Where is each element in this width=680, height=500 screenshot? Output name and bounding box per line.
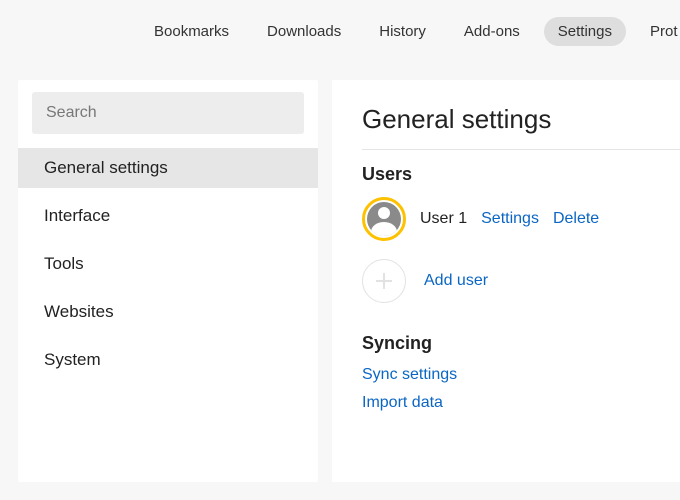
- topnav-item-downloads[interactable]: Downloads: [253, 17, 355, 46]
- sidebar-item-interface[interactable]: Interface: [18, 196, 318, 236]
- topnav-item-protection[interactable]: Prot: [636, 17, 680, 46]
- user-delete-link[interactable]: Delete: [553, 210, 599, 228]
- add-icon[interactable]: [362, 259, 406, 303]
- sidebar: General settings Interface Tools Website…: [18, 80, 318, 482]
- page-title: General settings: [362, 104, 680, 135]
- search-input[interactable]: [32, 92, 304, 134]
- user-name: User 1: [420, 210, 467, 228]
- avatar[interactable]: [362, 197, 406, 241]
- topnav-item-settings[interactable]: Settings: [544, 17, 626, 46]
- top-nav: Bookmarks Downloads History Add-ons Sett…: [0, 0, 680, 62]
- topnav-item-history[interactable]: History: [365, 17, 440, 46]
- sidebar-item-tools[interactable]: Tools: [18, 244, 318, 284]
- add-user-row: Add user: [362, 259, 680, 303]
- topnav-item-bookmarks[interactable]: Bookmarks: [140, 17, 243, 46]
- sidebar-item-websites[interactable]: Websites: [18, 292, 318, 332]
- user-row: User 1 Settings Delete: [362, 197, 680, 241]
- avatar-icon: [367, 202, 401, 236]
- sidebar-item-system[interactable]: System: [18, 340, 318, 380]
- import-data-link[interactable]: Import data: [362, 394, 680, 412]
- topnav-item-addons[interactable]: Add-ons: [450, 17, 534, 46]
- main-panel: General settings Users User 1 Settings D…: [332, 80, 680, 482]
- users-heading: Users: [362, 164, 680, 185]
- divider: [362, 149, 680, 150]
- sidebar-item-general-settings[interactable]: General settings: [18, 148, 318, 188]
- syncing-heading: Syncing: [362, 333, 680, 354]
- user-settings-link[interactable]: Settings: [481, 210, 539, 228]
- add-user-link[interactable]: Add user: [424, 272, 488, 290]
- sync-settings-link[interactable]: Sync settings: [362, 366, 680, 384]
